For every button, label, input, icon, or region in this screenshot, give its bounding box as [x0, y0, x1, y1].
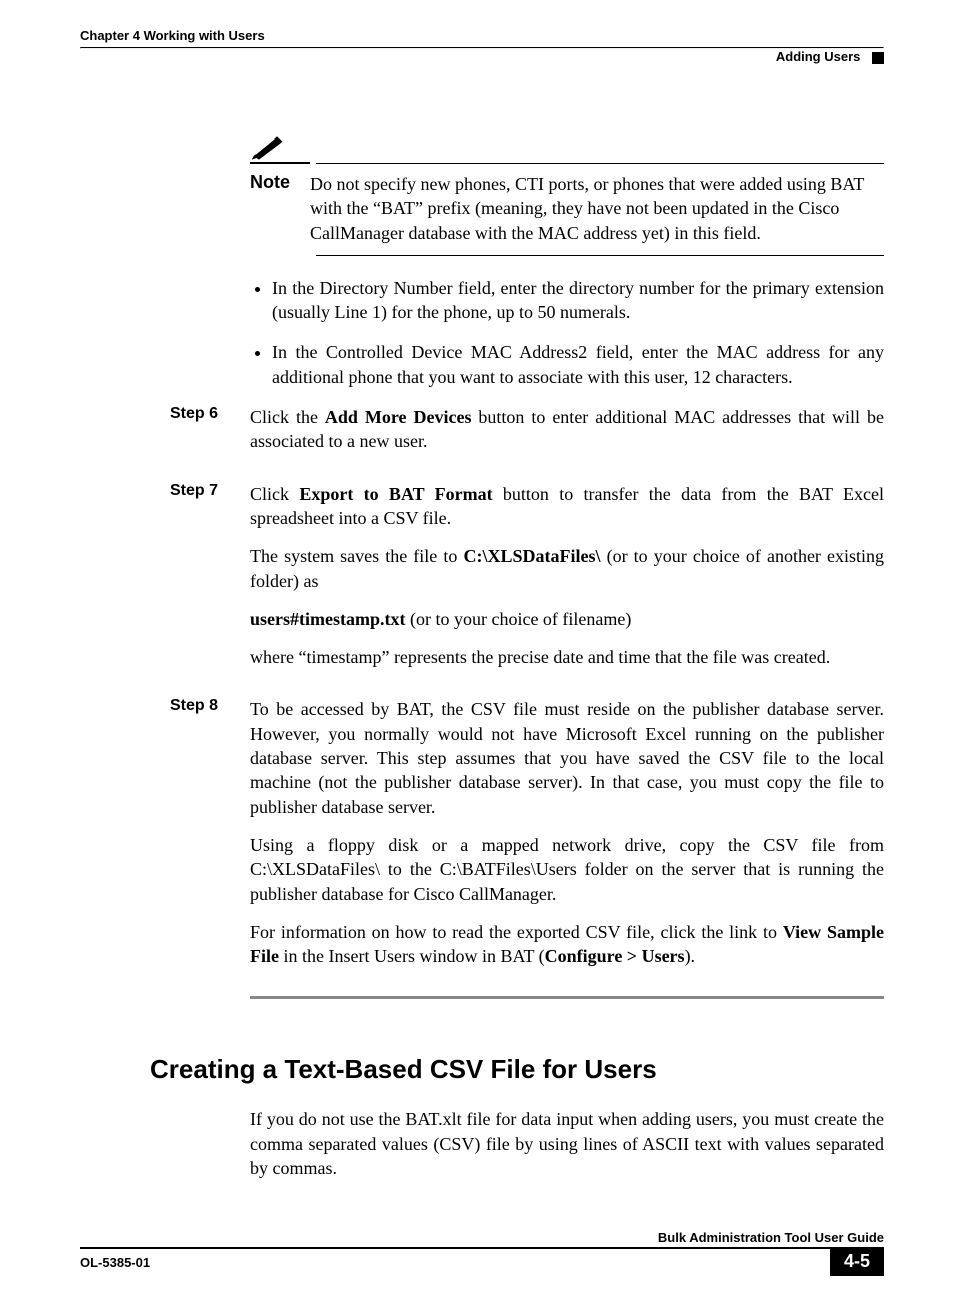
ui-ref: Export to BAT Format [299, 484, 492, 504]
page: Chapter 4 Working with Users Adding User… [0, 0, 954, 1296]
ui-ref: Add More Devices [325, 407, 472, 427]
end-rule [250, 996, 884, 999]
section-intro: If you do not use the BAT.xlt file for d… [250, 1107, 884, 1180]
step-label: Step 7 [170, 482, 250, 684]
step-label: Step 8 [170, 697, 250, 982]
section-heading: Creating a Text-Based CSV File for Users [150, 1054, 884, 1085]
step-body: Click the Add More Devices button to ent… [250, 405, 884, 468]
bullet-list: In the Directory Number field, enter the… [250, 276, 884, 389]
content-area: Note Do not specify new phones, CTI port… [250, 134, 884, 1180]
header-section-row: Adding Users [80, 49, 884, 64]
step-7: Step 7 Click Export to BAT Format button… [170, 482, 884, 684]
text: in the Insert Users window in BAT ( [279, 946, 545, 966]
text: ). [685, 946, 696, 966]
footer-doc-id: OL-5385-01 [80, 1249, 830, 1276]
section-marker-icon [872, 52, 884, 64]
text: (or to your choice of filename) [405, 609, 631, 629]
header-section: Adding Users [776, 49, 861, 64]
text: The system saves the file to [250, 546, 463, 566]
step-body: To be accessed by BAT, the CSV file must… [250, 697, 884, 982]
pencil-icon [250, 134, 286, 160]
path-ref: C:\XLSDataFiles\ [463, 546, 600, 566]
text: where “timestamp” represents the precise… [250, 645, 884, 669]
filename-ref: users#timestamp.txt [250, 609, 405, 629]
text: Click [250, 484, 299, 504]
note-text: Do not specify new phones, CTI ports, or… [310, 172, 884, 245]
text: To be accessed by BAT, the CSV file must… [250, 697, 884, 818]
footer: Bulk Administration Tool User Guide OL-5… [80, 1230, 884, 1276]
list-item: In the Controlled Device MAC Address2 fi… [272, 340, 884, 389]
note-block: Note Do not specify new phones, CTI port… [250, 134, 884, 256]
step-body: Click Export to BAT Format button to tra… [250, 482, 884, 684]
step-8: Step 8 To be accessed by BAT, the CSV fi… [170, 697, 884, 982]
text: Using a floppy disk or a mapped network … [250, 833, 884, 906]
text: Click the [250, 407, 325, 427]
footer-guide-title: Bulk Administration Tool User Guide [80, 1230, 884, 1245]
note-icon-wrap [250, 134, 310, 164]
page-number: 4-5 [830, 1247, 884, 1276]
text: For information on how to read the expor… [250, 922, 783, 942]
step-label: Step 6 [170, 405, 250, 468]
header-chapter: Chapter 4 Working with Users [80, 28, 884, 43]
list-item: In the Directory Number field, enter the… [272, 276, 884, 325]
note-label: Note [250, 172, 310, 193]
step-6: Step 6 Click the Add More Devices button… [170, 405, 884, 468]
menu-ref: Configure > Users [545, 946, 685, 966]
